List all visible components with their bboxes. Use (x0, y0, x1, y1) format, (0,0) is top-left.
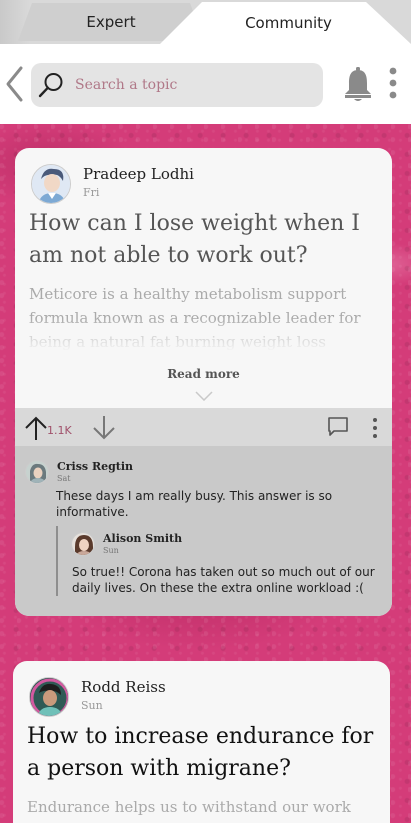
reply-text: So true!! Corona has taken out so much o… (72, 565, 375, 595)
post-card[interactable]: Rodd Reiss Sun How to increase endurance… (13, 661, 390, 823)
avatar-image (32, 165, 70, 203)
notifications-button[interactable] (343, 66, 373, 102)
answer-fade (15, 318, 392, 358)
answer-preview: Endurance helps us to withstand our work… (27, 798, 351, 823)
chevron-left-icon (6, 66, 23, 102)
comment-day: Sat (57, 474, 71, 483)
more-vertical-icon (389, 67, 397, 99)
author-avatar[interactable] (31, 164, 71, 204)
upvote-icon[interactable] (25, 415, 47, 441)
post-action-bar: 1.1K (15, 408, 392, 446)
author-name[interactable]: Rodd Reiss (81, 678, 166, 696)
commenter-name[interactable]: Criss Regtin (57, 460, 133, 473)
more-vertical-icon[interactable] (370, 416, 380, 440)
back-button[interactable] (4, 64, 26, 104)
upvote-count: 1.1K (47, 424, 72, 437)
author-name[interactable]: Pradeep Lodhi (83, 165, 194, 183)
downvote-icon[interactable] (93, 415, 115, 441)
menu-button[interactable] (387, 66, 399, 102)
comments-section: Criss Regtin Sat These days I am really … (15, 446, 392, 616)
reply-day: Sun (103, 546, 119, 555)
tab-community-label: Community (245, 14, 332, 32)
reply-author-name[interactable]: Alison Smith (103, 532, 182, 545)
tab-community[interactable]: Community (160, 2, 411, 44)
reply-avatar[interactable] (71, 532, 95, 556)
search-bar[interactable] (31, 63, 323, 107)
commenter-avatar[interactable] (25, 460, 49, 484)
tab-bar: Expert Community (0, 0, 411, 44)
post-card[interactable]: Pradeep Lodhi Fri How can I lose weight … (15, 148, 392, 616)
post-day: Sun (81, 699, 103, 712)
tab-expert-label: Expert (86, 13, 136, 31)
question-title[interactable]: How can I lose weight when I am not able… (29, 208, 379, 272)
search-icon (37, 71, 65, 99)
post-day: Fri (83, 186, 100, 199)
search-header (0, 44, 411, 124)
avatar-image (26, 461, 48, 483)
comment-icon[interactable] (327, 416, 349, 438)
reply-thread-line (56, 526, 58, 596)
read-more-label: Read more (167, 367, 240, 381)
question-title[interactable]: How to increase endurance for a person w… (27, 721, 382, 785)
chevron-down-icon[interactable] (195, 391, 213, 401)
read-more-link[interactable]: Read more (15, 367, 392, 381)
author-avatar[interactable] (29, 677, 69, 717)
post-feed[interactable]: Pradeep Lodhi Fri How can I lose weight … (0, 124, 411, 823)
comment-text: These days I am really busy. This answer… (56, 489, 333, 519)
avatar-image (72, 533, 94, 555)
bell-icon (345, 67, 371, 101)
avatar-image (30, 678, 68, 716)
search-input[interactable] (75, 63, 315, 107)
